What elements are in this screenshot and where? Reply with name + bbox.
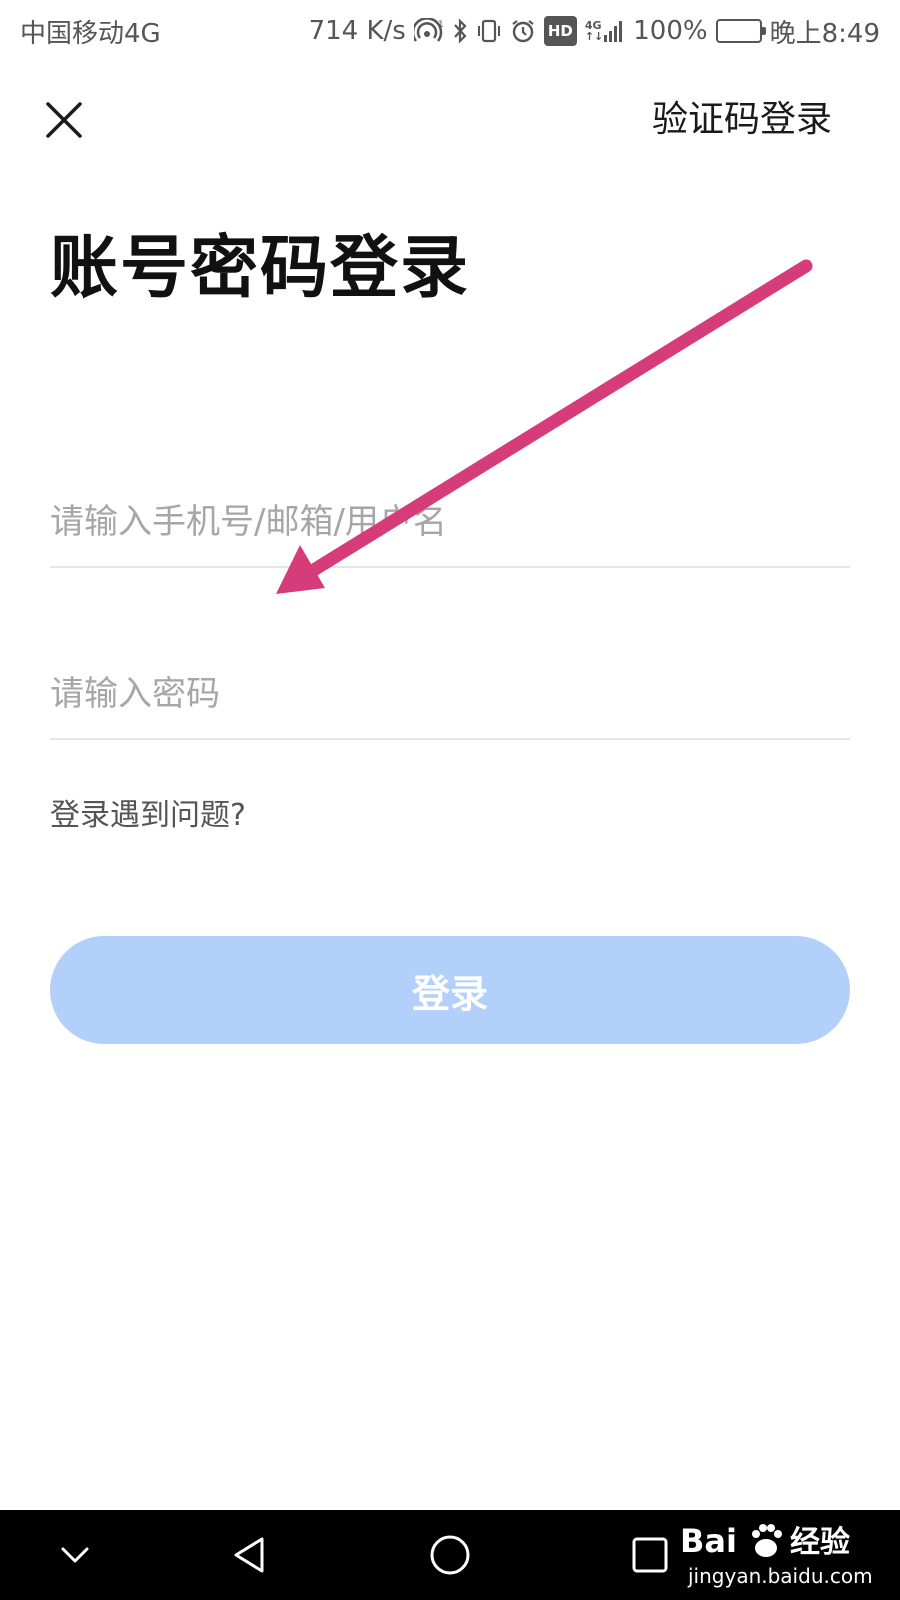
watermark-url: jingyan.baidu.com xyxy=(688,1564,873,1588)
password-field-container xyxy=(50,650,850,740)
network-type-bottom: ↑↓ xyxy=(584,30,604,43)
bluetooth-icon xyxy=(452,16,468,46)
close-button[interactable] xyxy=(40,96,88,144)
network-speed: 714 K/s xyxy=(308,16,406,46)
svg-text:1: 1 xyxy=(438,20,444,30)
hotspot-icon: 1 xyxy=(413,16,444,46)
watermark-logo-text-2: 经验 xyxy=(790,1525,850,1560)
password-input[interactable] xyxy=(50,650,850,738)
baidu-logo-icon: Bai 经验 xyxy=(680,1522,850,1560)
carrier-label: 中国移动4G xyxy=(20,18,161,49)
watermark-logo-text: Bai xyxy=(680,1522,737,1560)
battery-percent: 100% xyxy=(633,16,708,46)
baidu-jingyan-watermark: Bai 经验 jingyan.baidu.com xyxy=(680,1512,890,1598)
chevron-down-icon xyxy=(61,1547,89,1563)
clock: 晚上8:49 xyxy=(769,18,880,49)
recents-square-icon xyxy=(632,1537,668,1573)
sms-login-link[interactable]: 验证码登录 xyxy=(652,96,832,144)
battery-icon xyxy=(715,16,766,46)
home-circle-icon xyxy=(430,1535,470,1575)
status-indicators: 714 K/s 1 HD 4G ↑↓ 100% 晚上8:49 xyxy=(309,13,880,50)
login-help-link[interactable]: 登录遇到问题? xyxy=(50,790,246,834)
page-title: 账号密码登录 xyxy=(50,229,471,308)
account-input[interactable] xyxy=(50,478,850,566)
network-type: 4G ↑↓ xyxy=(585,20,603,42)
alarm-icon xyxy=(510,16,536,46)
hd-badge: HD xyxy=(543,16,577,46)
nav-hide-button[interactable] xyxy=(30,1510,120,1600)
signal-icon: 4G ↑↓ xyxy=(585,16,625,46)
account-field-container xyxy=(50,478,850,568)
status-bar: 中国移动4G 714 K/s 1 HD 4G ↑↓ 100% 晚上8:49 xyxy=(0,0,900,62)
nav-home-button[interactable] xyxy=(405,1510,495,1600)
login-button[interactable]: 登录 xyxy=(50,936,850,1044)
close-icon xyxy=(46,102,82,138)
back-triangle-icon xyxy=(234,1537,264,1573)
nav-back-button[interactable] xyxy=(205,1510,295,1600)
vibrate-icon xyxy=(476,16,502,46)
